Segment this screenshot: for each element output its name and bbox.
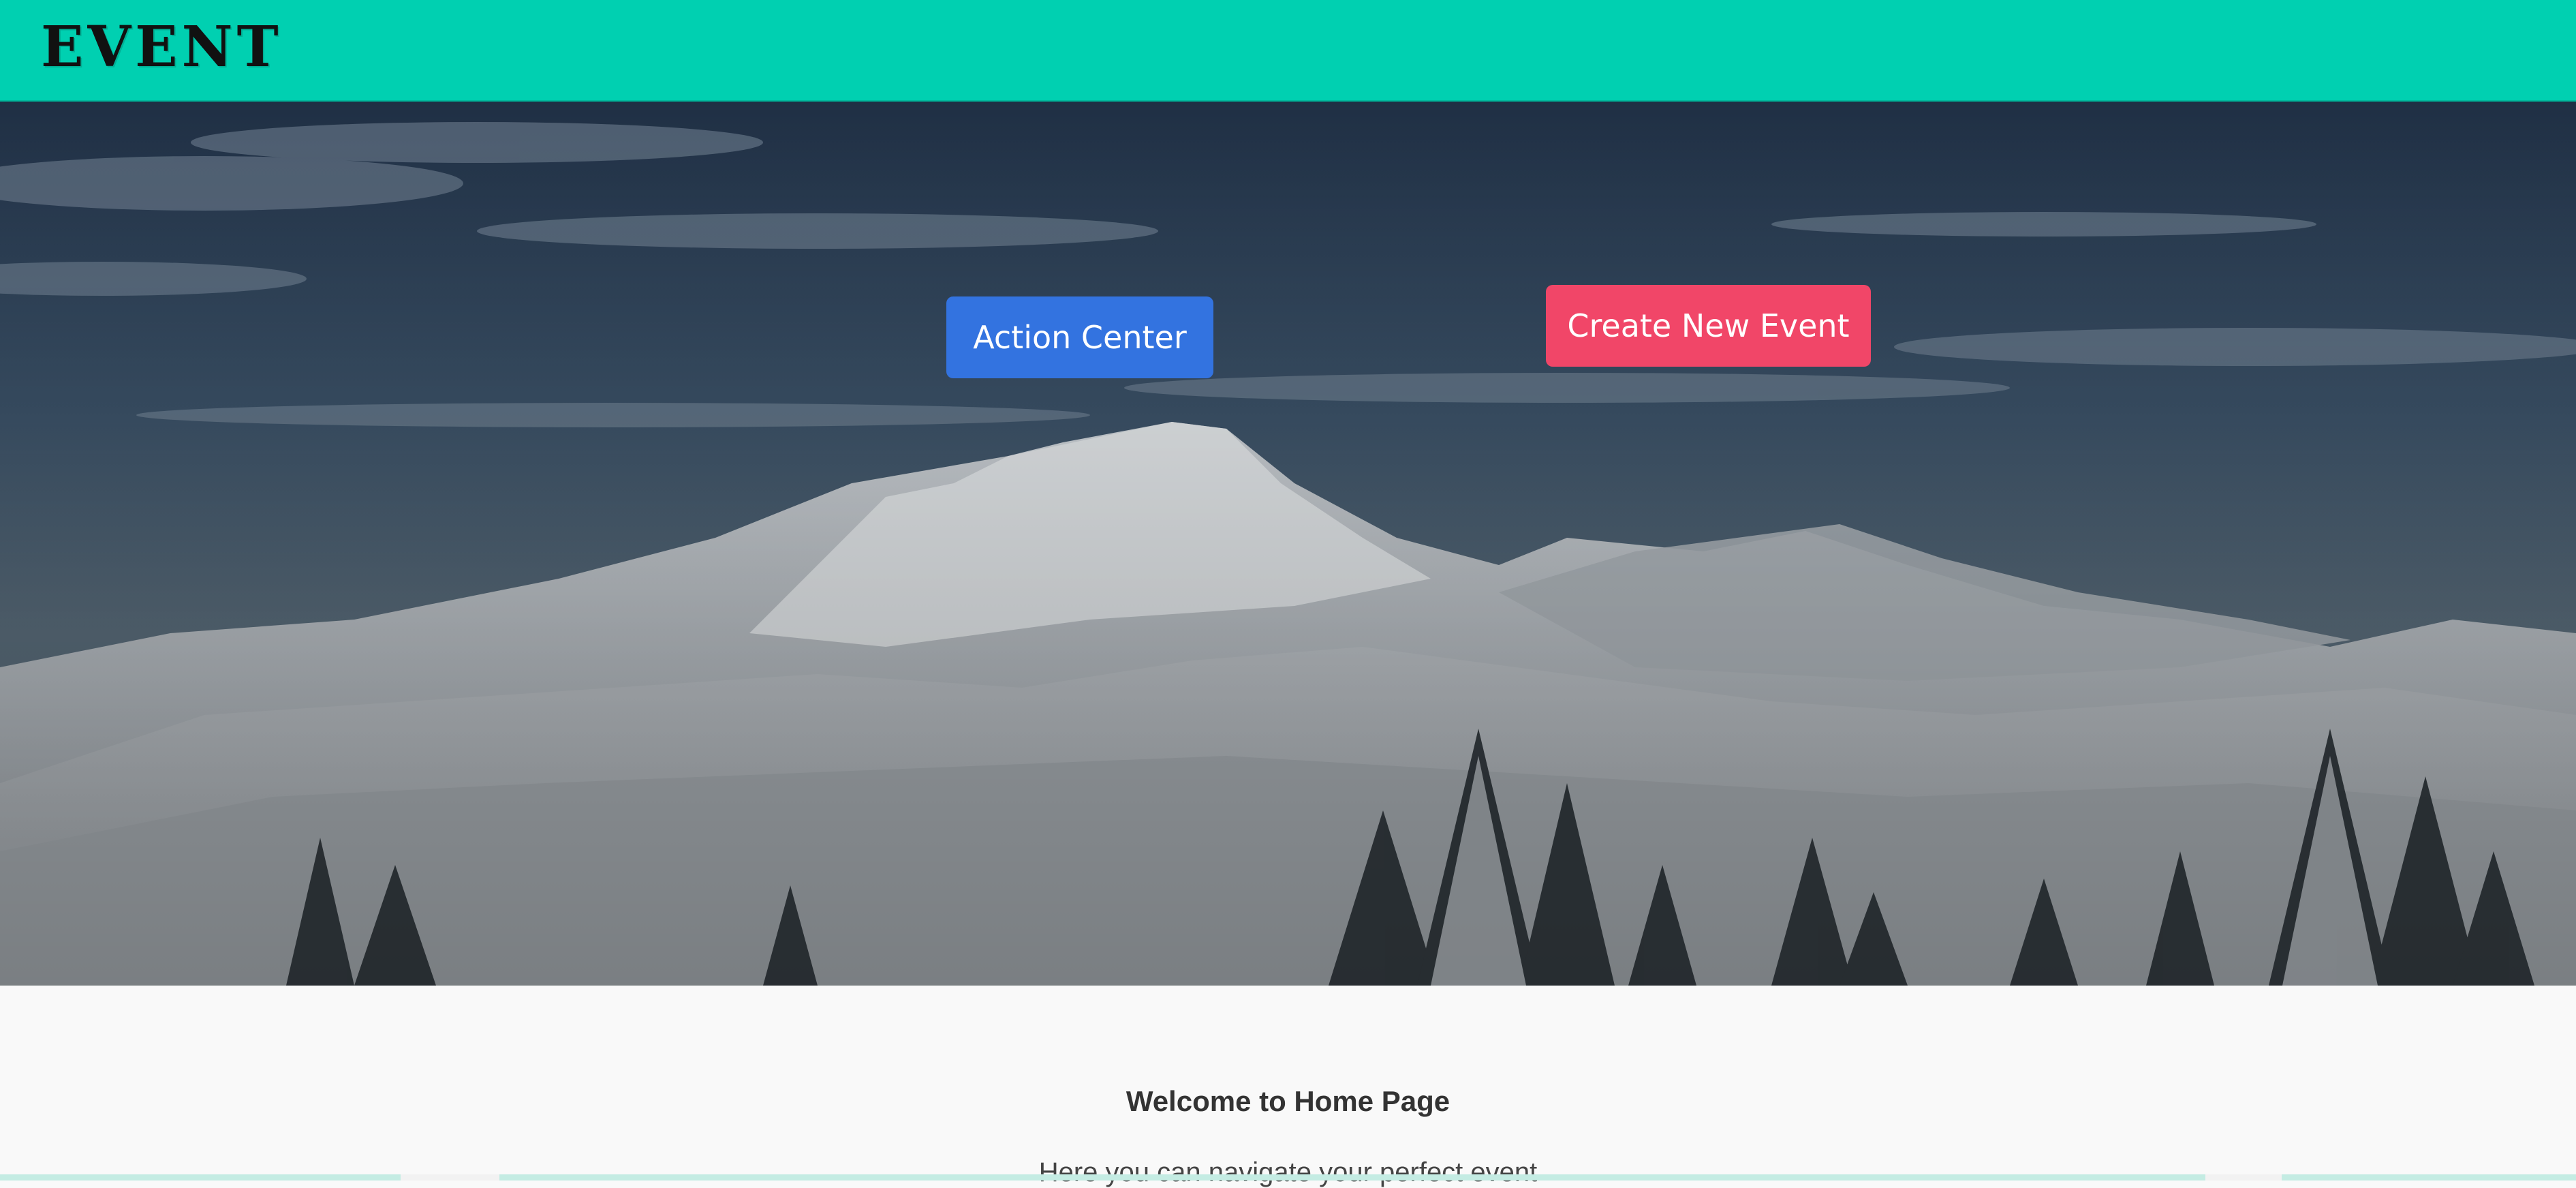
bottom-scroll-strip <box>0 1174 2576 1181</box>
welcome-section: Welcome to Home Page Here you can naviga… <box>0 986 2576 1187</box>
welcome-title: Welcome to Home Page <box>1126 1085 1450 1117</box>
strip-gap <box>401 1174 499 1181</box>
top-navbar: EVENT <box>0 0 2576 102</box>
hero-banner: Action Center Create New Event <box>0 102 2576 986</box>
action-center-button[interactable]: Action Center <box>946 296 1213 378</box>
mountain-background-image <box>0 102 2576 986</box>
create-new-event-button[interactable]: Create New Event <box>1546 285 1871 367</box>
brand-logo[interactable]: EVENT <box>41 19 283 75</box>
strip-gap <box>2205 1174 2282 1181</box>
welcome-subtitle: Here you can navigate your perfect event <box>1038 1157 1538 1187</box>
